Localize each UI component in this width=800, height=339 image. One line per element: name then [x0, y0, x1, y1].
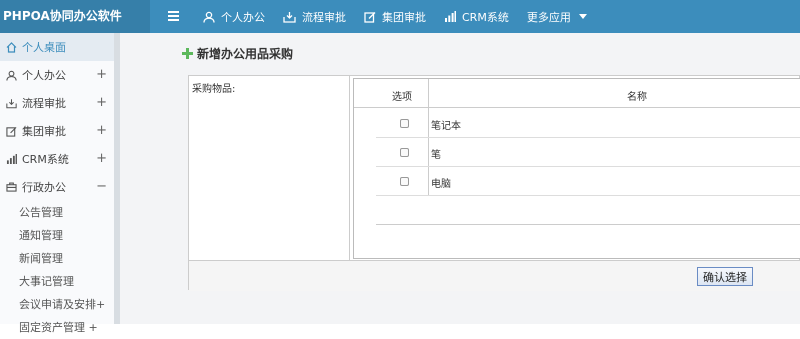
- table-row: 笔记本: [376, 109, 800, 138]
- sidebar-item-label: 流程审批: [22, 97, 66, 110]
- top-nav: 个人办公 流程审批 集团审批 CRM系统 更多应用: [203, 0, 605, 33]
- field-label: 采购物品:: [192, 84, 236, 95]
- bar-chart-icon: [6, 154, 17, 164]
- expand-icon[interactable]: +: [96, 123, 107, 138]
- sidebar-item-admin[interactable]: 行政办公 −: [0, 173, 115, 201]
- sidebar-item-workflow[interactable]: 流程审批 +: [0, 89, 115, 117]
- form-footer: 确认选择: [189, 260, 800, 291]
- user-icon: [6, 70, 17, 81]
- caret-down-icon: [578, 14, 587, 19]
- row-checkbox[interactable]: [400, 119, 409, 128]
- row-checkbox[interactable]: [400, 148, 409, 157]
- bar-chart-icon: [445, 11, 456, 22]
- expand-icon[interactable]: +: [96, 67, 107, 82]
- sidebar-item-personal[interactable]: 个人办公 +: [0, 61, 115, 89]
- expand-icon[interactable]: +: [96, 95, 107, 110]
- topnav-item-workflow[interactable]: 流程审批: [283, 0, 346, 33]
- page-title: 新增办公用品采购: [182, 45, 293, 62]
- sidebar-item-label: 个人桌面: [22, 41, 66, 54]
- topnav-label: 流程审批: [302, 10, 346, 24]
- main-content: 新增办公用品采购 采购物品: 选项 名称 笔记本 笔 电脑 确认选择: [120, 33, 800, 324]
- topnav-more-label: 更多应用: [526, 10, 571, 24]
- topnav-label: CRM系统: [462, 10, 509, 24]
- topnav-item-crm[interactable]: CRM系统: [444, 0, 509, 33]
- sidebar-subitem-events[interactable]: 大事记管理: [0, 270, 115, 293]
- menu-toggle-icon[interactable]: [168, 11, 179, 21]
- table-divider: [376, 224, 800, 225]
- table-header: 选项 名称: [354, 79, 800, 108]
- sidebar-item-label: 集团审批: [22, 125, 66, 138]
- field-label-cell: 采购物品:: [189, 76, 350, 260]
- user-icon: [203, 11, 215, 23]
- table-row: 电脑: [376, 167, 800, 196]
- sidebar-item-label: 个人办公: [22, 69, 66, 82]
- workflow-icon: [283, 11, 296, 23]
- expand-icon[interactable]: +: [96, 151, 107, 166]
- item-name: 电脑: [431, 179, 451, 190]
- sidebar-subitem-assets[interactable]: 固定资产管理 +: [0, 316, 115, 339]
- sidebar-item-group-approval[interactable]: 集团审批 +: [0, 117, 115, 145]
- app-title[interactable]: PHPOA协同办公软件: [0, 0, 150, 33]
- sidebar-item-label: CRM系统: [22, 153, 69, 166]
- sidebar-subitem-notices[interactable]: 通知管理: [0, 224, 115, 247]
- item-select-table: 选项 名称 笔记本 笔 电脑: [353, 78, 800, 259]
- column-header-name: 名称: [627, 92, 647, 103]
- sidebar-item-label: 行政办公: [22, 181, 66, 194]
- top-navbar: PHPOA协同办公软件 个人办公 流程审批 集团审批 CRM系统 更多应用: [0, 0, 800, 33]
- edit-icon: [364, 11, 376, 23]
- confirm-selection-button[interactable]: 确认选择: [697, 267, 753, 286]
- edit-icon: [6, 126, 17, 137]
- sidebar-subitem-announcements[interactable]: 公告管理: [0, 201, 115, 224]
- home-icon: [6, 41, 17, 53]
- topnav-label: 集团审批: [382, 10, 426, 24]
- purchase-form: 采购物品: 选项 名称 笔记本 笔 电脑 确认选择: [188, 75, 800, 291]
- add-icon: [182, 48, 193, 59]
- page-title-text: 新增办公用品采购: [197, 47, 294, 61]
- sidebar: 个人桌面 个人办公 + 流程审批 + 集团审批 + CRM系统 + 行政办公 −…: [0, 33, 116, 334]
- row-checkbox[interactable]: [400, 177, 409, 186]
- item-name: 笔: [431, 150, 441, 161]
- topnav-label: 个人办公: [221, 10, 265, 24]
- table-row: 笔: [376, 138, 800, 167]
- topnav-more-dropdown[interactable]: 更多应用: [527, 0, 587, 33]
- briefcase-icon: [6, 182, 17, 192]
- collapse-icon[interactable]: −: [96, 179, 107, 194]
- sidebar-item-desktop[interactable]: 个人桌面: [0, 33, 115, 61]
- column-header-select: 选项: [392, 92, 412, 103]
- workflow-icon: [6, 98, 17, 108]
- sidebar-subitem-meetings[interactable]: 会议申请及安排+: [0, 293, 115, 316]
- topnav-item-personal[interactable]: 个人办公: [203, 0, 265, 33]
- sidebar-item-crm[interactable]: CRM系统 +: [0, 145, 115, 173]
- topnav-item-group-approval[interactable]: 集团审批: [364, 0, 426, 33]
- item-name: 笔记本: [431, 121, 461, 132]
- sidebar-subitem-news[interactable]: 新闻管理: [0, 247, 115, 270]
